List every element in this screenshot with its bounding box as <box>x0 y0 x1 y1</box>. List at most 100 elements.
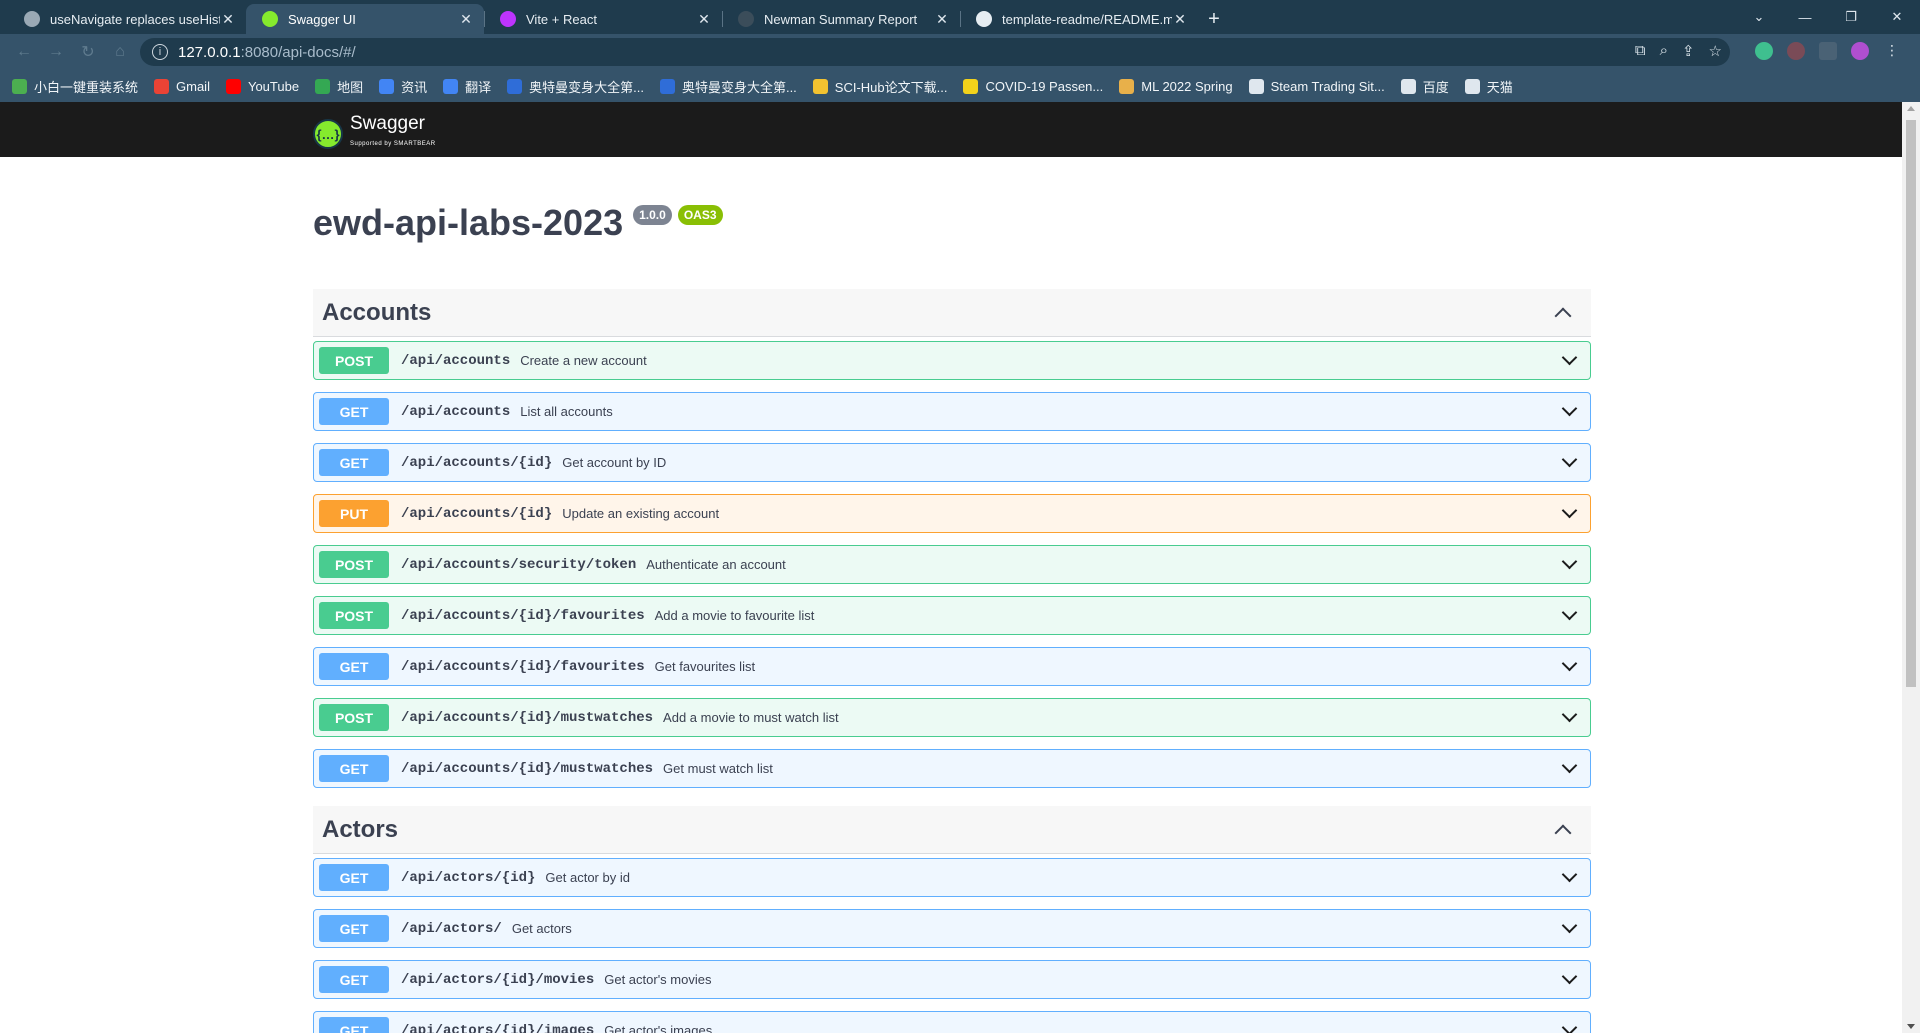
browser-tab[interactable]: template-readme/README.md ✕ <box>960 4 1198 34</box>
bookmark-item[interactable]: 资讯 <box>379 77 427 96</box>
close-tab-icon[interactable]: ✕ <box>458 11 474 28</box>
close-tab-icon[interactable]: ✕ <box>696 11 712 28</box>
operation-row[interactable]: GET/api/accounts/{id}/favourites Get favo… <box>313 647 1591 686</box>
tag-section: Actors GET/api/actors/{id} Get actor by id… <box>313 806 1591 1033</box>
operation-row[interactable]: GET/api/accounts/{id}/mustwatches Get mus… <box>313 749 1591 788</box>
bookmark-item[interactable]: 地图 <box>315 77 363 96</box>
reload-icon[interactable]: ↻ <box>72 42 104 62</box>
expand-chevron-icon[interactable] <box>1561 866 1578 883</box>
operation-row[interactable]: POST/api/accounts/{id}/favourites Add a m… <box>313 596 1591 635</box>
operation-row[interactable]: GET/api/actors/Get actors <box>313 909 1591 948</box>
expand-chevron-icon[interactable] <box>1561 400 1578 417</box>
tag-header[interactable]: Accounts <box>313 289 1591 337</box>
profile-avatar[interactable] <box>1851 42 1869 60</box>
zoom-icon[interactable]: ⌕ <box>1660 42 1668 60</box>
expand-chevron-icon[interactable] <box>1561 706 1578 723</box>
bookmark-item[interactable]: 奥特曼变身大全第... <box>507 77 644 96</box>
bookmark-item[interactable]: ML 2022 Spring <box>1119 78 1233 94</box>
forward-icon[interactable]: → <box>40 43 72 61</box>
menu-icon[interactable]: ⋮ <box>1883 42 1901 60</box>
bookmark-item[interactable]: SCI-Hub论文下载... <box>812 77 947 96</box>
bookmark-label: 奥特曼变身大全第... <box>529 79 644 95</box>
expand-chevron-icon[interactable] <box>1561 604 1578 621</box>
bookmark-item[interactable]: Gmail <box>154 78 210 94</box>
extension-icon[interactable] <box>1787 42 1805 60</box>
operation-row[interactable]: GET/api/actors/{id}/movies Get actor's mo… <box>313 960 1591 999</box>
page-scrollbar[interactable] <box>1902 102 1920 1033</box>
expand-chevron-icon[interactable] <box>1561 349 1578 366</box>
browser-tab[interactable]: useNavigate replaces useHistory✕ <box>8 4 246 34</box>
scroll-up-icon[interactable] <box>1907 106 1915 111</box>
bookmark-star-icon[interactable]: ☆ <box>1709 42 1722 60</box>
operation-row[interactable]: GET/api/accounts List all accounts <box>313 392 1591 431</box>
scroll-down-icon[interactable] <box>1907 1024 1915 1029</box>
http-method-badge: GET <box>319 966 389 993</box>
expand-chevron-icon[interactable] <box>1561 502 1578 519</box>
bookmark-item[interactable]: COVID-19 Passen... <box>963 78 1103 94</box>
operation-summary: Update an existing account <box>562 506 720 521</box>
browser-tab[interactable]: Vite + React ✕ <box>484 4 722 34</box>
operation-row[interactable]: GET/api/accounts/{id} Get account by ID <box>313 443 1591 482</box>
collapse-chevron-icon[interactable] <box>1554 307 1572 324</box>
http-method-badge: POST <box>319 704 389 731</box>
swagger-logo[interactable]: {…} Swagger Supported by SMARTBEAR <box>313 114 436 154</box>
share-icon[interactable]: ⇪ <box>1682 42 1695 60</box>
bookmark-item[interactable]: Steam Trading Sit... <box>1248 78 1385 94</box>
expand-chevron-icon[interactable] <box>1561 1019 1578 1033</box>
close-tab-icon[interactable]: ✕ <box>934 11 950 28</box>
bookmark-item[interactable]: 百度 <box>1400 77 1449 96</box>
operation-row[interactable]: PUT/api/accounts/{id} Update an existing … <box>313 494 1591 533</box>
bookmark-label: 资讯 <box>401 79 428 95</box>
bookmark-label: 小白一键重装系统 <box>34 79 139 95</box>
translate-icon[interactable]: ⧉ <box>1635 42 1646 60</box>
bookmark-item[interactable]: 小白一键重装系统 <box>12 77 138 96</box>
operation-row[interactable]: POST/api/accounts/security/token Authenti… <box>313 545 1591 584</box>
expand-chevron-icon[interactable] <box>1561 757 1578 774</box>
bookmark-favicon-icon <box>963 78 979 94</box>
operation-summary: Get actor by id <box>545 870 630 885</box>
home-icon[interactable]: ⌂ <box>104 43 136 61</box>
tag-header[interactable]: Actors <box>313 806 1591 854</box>
operation-row[interactable]: POST/api/accounts Create a new account <box>313 341 1591 380</box>
bookmark-favicon-icon <box>507 78 523 94</box>
close-tab-icon[interactable]: ✕ <box>220 11 236 28</box>
close-tab-icon[interactable]: ✕ <box>1172 11 1188 28</box>
tab-search-icon[interactable]: ⌄ <box>1736 0 1782 34</box>
back-icon[interactable]: ← <box>8 43 40 61</box>
bookmark-item[interactable]: 奥特曼变身大全第... <box>659 77 797 96</box>
bookmark-item[interactable]: YouTube <box>225 78 299 94</box>
extension-icon[interactable] <box>1819 42 1837 60</box>
http-method-badge: GET <box>319 755 389 782</box>
expand-chevron-icon[interactable] <box>1561 451 1578 468</box>
operation-row[interactable]: GET/api/actors/{id} Get actor by id <box>313 858 1591 897</box>
bookmark-item[interactable]: 翻译 <box>443 77 491 96</box>
operation-path: /api/accounts/{id}/favourites <box>401 658 645 675</box>
operation-summary: Add a movie to favourite list <box>654 608 815 623</box>
minimize-button[interactable]: — <box>1782 0 1828 34</box>
restore-button[interactable]: ❐ <box>1828 0 1874 34</box>
swagger-brand-sub: Supported by SMARTBEAR <box>350 141 436 147</box>
extension-icon[interactable] <box>1755 42 1773 60</box>
expand-chevron-icon[interactable] <box>1561 553 1578 570</box>
expand-chevron-icon[interactable] <box>1561 968 1578 985</box>
site-info-icon[interactable]: i <box>152 44 168 60</box>
operation-path: /api/actors/{id} <box>401 869 536 886</box>
operation-summary: Add a movie to must watch list <box>663 710 839 725</box>
expand-chevron-icon[interactable] <box>1561 917 1578 934</box>
swagger-content: ewd-api-labs-2023 1.0.0 OAS3 Accounts POS… <box>313 157 1591 1033</box>
browser-tab[interactable]: Newman Summary Report ✕ <box>722 4 960 34</box>
expand-chevron-icon[interactable] <box>1561 655 1578 672</box>
close-window-button[interactable]: ✕ <box>1874 0 1920 34</box>
scrollbar-thumb[interactable] <box>1906 120 1916 687</box>
api-title: ewd-api-labs-2023 <box>313 202 624 243</box>
browser-tab[interactable]: Swagger UI ✕ <box>246 4 484 34</box>
operation-row[interactable]: GET/api/actors/{id}/images Get actor's im… <box>313 1011 1591 1033</box>
address-bar[interactable]: i 127.0.0.1:8080/api-docs/#/ ⧉ ⌕ ⇪ ☆ <box>140 38 1730 66</box>
new-tab-button[interactable]: + <box>1198 4 1230 34</box>
bookmark-favicon-icon <box>12 78 27 94</box>
bookmark-item[interactable]: 天猫 <box>1464 77 1513 96</box>
operation-row[interactable]: POST/api/accounts/{id}/mustwatches Add a … <box>313 698 1591 737</box>
collapse-chevron-icon[interactable] <box>1554 824 1572 841</box>
bookmark-favicon-icon <box>1119 78 1135 94</box>
bookmark-label: 天猫 <box>1486 79 1513 95</box>
